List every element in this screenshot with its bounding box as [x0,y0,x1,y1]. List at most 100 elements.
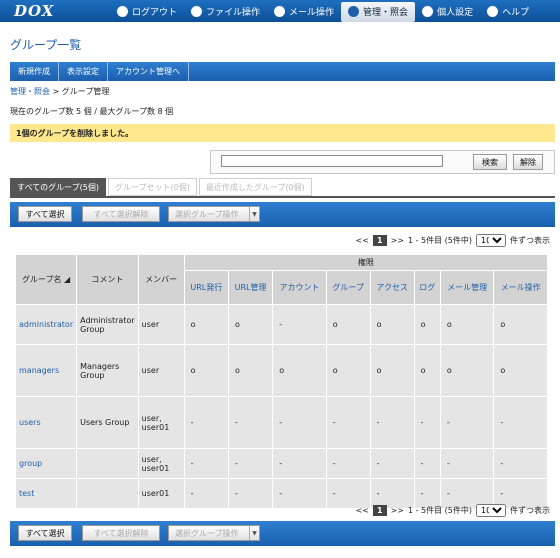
tab-divider [10,196,555,198]
members-cell: user [137,304,185,345]
group-table: グループ名 ◢ コメント メンバー 権限 URL発行 URL管理 アカウント グループ… [14,254,549,509]
permission-cell: - [227,448,274,479]
permission-cell: - [493,448,548,479]
permission-cell: o [439,344,495,397]
permission-cell: o [227,304,274,345]
page-title: グループ一覧 [10,38,82,52]
permission-cell: - [439,448,495,479]
permission-cell: o [493,304,548,345]
nav-personal[interactable]: 個人設定 [415,0,480,22]
group-name-cell: test [14,478,78,509]
nav-help[interactable]: ヘルプ [480,0,536,22]
per-page-suffix: 件ずつ表示 [510,235,550,245]
tab-group-sets[interactable]: グループセット(0個) [107,178,197,196]
current-page: 1 [372,234,387,246]
next-page-link[interactable]: >> [391,236,404,245]
permission-cell: - [183,448,229,479]
account-management-link[interactable]: アカウント管理へ [108,62,189,81]
group-name-link[interactable]: users [19,418,41,427]
group-operation-dropdown[interactable]: 選択グループ操作 ▼ [168,206,260,222]
admin-icon [348,6,360,17]
permission-cell: o [413,304,441,345]
chevron-down-icon: ▼ [249,526,259,540]
permission-cell: - [325,448,371,479]
nav-mail[interactable]: メール操作 [267,0,341,22]
permission-cell: o [493,344,548,397]
permission-cell: o [369,344,415,397]
comment-cell [76,448,139,479]
permission-cell: - [369,448,415,479]
deselect-all-button[interactable]: すべて選択解除 [82,525,160,541]
mail-icon [274,5,286,17]
deselect-all-button[interactable]: すべて選択解除 [82,206,160,222]
tab-all-groups[interactable]: すべてのグループ(5個) [10,178,106,196]
nav-file[interactable]: ファイル操作 [184,0,267,22]
per-page-suffix: 件ずつ表示 [510,505,550,515]
help-icon [487,5,499,17]
top-pager: << 1 >> 1 - 5件目 (5件中) 10 件ずつ表示 [356,232,550,248]
table-row: administrator Administrator Group user o o - o… [14,304,548,345]
breadcrumb-current: グループ管理 [61,87,110,96]
nav-logout[interactable]: ログアウト [110,0,184,22]
breadcrumb: 管理・照会 > グループ管理 [10,87,110,96]
comment-cell: Managers Group [76,344,139,397]
prev-page-link[interactable]: << [356,506,369,515]
permission-cell: - [413,448,441,479]
table-row: managers Managers Group user o o o o o o o o [14,344,548,397]
permissions-header: 権限 [183,254,549,271]
group-name-link[interactable]: test [19,489,34,498]
table-row: users Users Group user, user01- - - - - - - - [14,396,548,449]
sort-icon: ◢ [64,275,71,284]
search-button[interactable]: 検索 [473,154,507,170]
group-name-link[interactable]: managers [19,366,59,375]
next-page-link[interactable]: >> [391,506,404,515]
display-settings-button[interactable]: 表示設定 [59,62,108,81]
group-operation-dropdown[interactable]: 選択グループ操作 ▼ [168,525,260,541]
group-name-link[interactable]: administrator [19,320,73,329]
permission-cell: o [439,304,495,345]
per-page-select[interactable]: 10 [476,233,506,247]
table-row: group user, user01- - - - - - - - [14,448,548,479]
page-range: 1 - 5件目 (5件中) [407,505,472,515]
notice-message: 1個のグループを削除しました。 [10,124,555,142]
filter-input[interactable] [221,155,443,167]
permission-cell: - [369,396,415,449]
permission-cell: o [183,344,229,397]
select-all-button[interactable]: すべて選択 [18,206,72,222]
members-cell: user01 [137,478,185,509]
permission-cell: - [227,478,274,509]
perm-header: アカウント [272,270,327,305]
group-name-header[interactable]: グループ名 ◢ [14,254,78,305]
members-cell: user [137,344,185,397]
select-all-button[interactable]: すべて選択 [18,525,72,541]
logout-icon [117,5,128,17]
permission-cell: - [439,396,495,449]
permission-cell: - [183,478,229,509]
nav-admin[interactable]: 管理・照会 [341,1,416,22]
comment-cell: Users Group [76,396,139,449]
permission-cell: - [272,304,327,345]
top-nav: DOX ログアウト ファイル操作 メール操作 管理・照会 個人設定 ヘルプ [0,0,560,22]
new-button[interactable]: 新規作成 [10,62,59,81]
per-page-select[interactable]: 10 [476,503,506,517]
perm-header: URL発行 [183,270,229,305]
permission-cell: - [325,396,371,449]
permission-cell: - [272,396,327,449]
prev-page-link[interactable]: << [356,236,369,245]
permission-cell: - [272,478,327,509]
permission-cell: - [413,396,441,449]
perm-header: グループ [325,270,371,305]
breadcrumb-admin-link[interactable]: 管理・照会 [10,87,50,96]
group-name-link[interactable]: group [19,459,42,468]
group-name-cell: users [14,396,78,449]
members-header: メンバー [137,254,185,305]
permission-cell: o [183,304,229,345]
comment-header: コメント [76,254,139,305]
permission-cell: o [272,344,327,397]
group-name-cell: managers [14,344,78,397]
current-page: 1 [372,504,387,516]
permission-cell: o [413,344,441,397]
members-cell: user, user01 [137,448,185,479]
tab-recent-groups[interactable]: 最近作成したグループ(0個) [198,178,312,196]
clear-button[interactable]: 解除 [513,154,543,170]
